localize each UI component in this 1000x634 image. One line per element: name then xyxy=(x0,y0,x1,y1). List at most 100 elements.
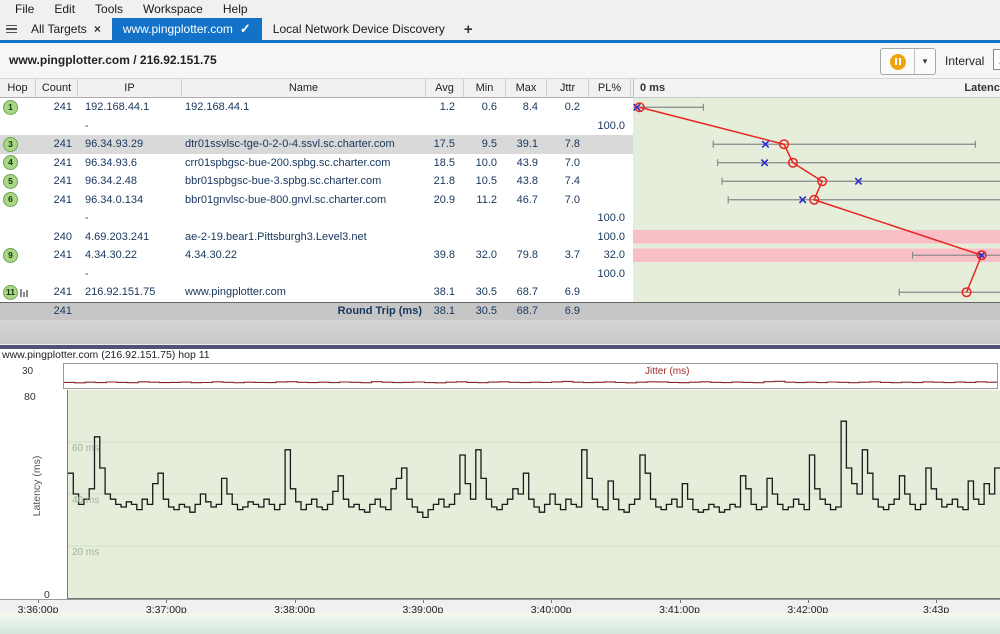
cell-ip: 96.34.0.134 xyxy=(78,194,182,206)
col-ip[interactable]: IP xyxy=(78,79,182,97)
tab-all-targets-label: All Targets xyxy=(31,22,87,36)
check-icon: ✓ xyxy=(240,21,251,37)
summary-avg: 38.1 xyxy=(426,305,464,317)
new-tab-button[interactable]: + xyxy=(456,18,481,40)
cell-count: 241 xyxy=(36,101,78,113)
cell-name: bbr01spbgsc-bue-3.spbg.sc.charter.com xyxy=(182,175,426,187)
cell-pl: 100.0 xyxy=(589,120,631,132)
trace-table-row[interactable]: - 100.0 xyxy=(0,209,633,228)
tab-bar: All Targets × www.pingplotter.com ✓ Loca… xyxy=(0,18,1000,40)
cell-max: 43.8 xyxy=(506,175,547,187)
trace-table-row[interactable]: 11241216.92.151.75www.pingplotter.com38.… xyxy=(0,283,633,302)
cell-jttr: 7.0 xyxy=(547,157,589,169)
close-icon[interactable]: × xyxy=(94,22,101,36)
cell-name: www.pingplotter.com xyxy=(182,286,426,298)
cell-max: 8.4 xyxy=(506,101,547,113)
cell-ip: 96.34.93.29 xyxy=(78,138,182,150)
cell-pl: 100.0 xyxy=(589,212,631,224)
hop-number-badge: 3 xyxy=(3,137,18,152)
cell-avg: 21.8 xyxy=(426,175,464,187)
tab-pingplotter[interactable]: www.pingplotter.com ✓ xyxy=(112,18,262,40)
trace-table-row[interactable]: 2404.69.203.241ae-2-19.bear1.Pittsburgh3… xyxy=(0,228,633,247)
cell-count: 241 xyxy=(36,194,78,206)
menu-help[interactable]: Help xyxy=(214,1,257,17)
target-list-icon[interactable] xyxy=(0,18,20,40)
cell-max: 68.7 xyxy=(506,286,547,298)
time-tick-mark xyxy=(551,600,552,603)
jitter-chart[interactable] xyxy=(63,363,998,389)
cell-avg: 20.9 xyxy=(426,194,464,206)
hop-number-badge: 5 xyxy=(3,174,18,189)
trace-table-row[interactable]: 324196.34.93.29dtr01ssvlsc-tge-0-2-0-4.s… xyxy=(0,135,633,154)
cell-name: dtr01ssvlsc-tge-0-2-0-4.ssvl.sc.charter.… xyxy=(182,138,426,150)
pause-dropdown-button[interactable]: ▾ xyxy=(914,49,935,74)
cell-ip: 4.69.203.241 xyxy=(78,231,182,243)
target-toolbar: www.pingplotter.com / 216.92.151.75 ▾ In… xyxy=(0,43,1000,79)
cell-ip: 96.34.2.48 xyxy=(78,175,182,187)
cell-jttr: 7.0 xyxy=(547,194,589,206)
cell-min: 30.5 xyxy=(464,286,506,298)
trace-table-row[interactable]: 92414.34.30.224.34.30.2239.832.079.83.73… xyxy=(0,246,633,265)
summary-jttr: 6.9 xyxy=(547,305,589,317)
cell-jttr: 7.4 xyxy=(547,175,589,187)
hop-number-badge: 6 xyxy=(3,192,18,207)
cell-jttr: 7.8 xyxy=(547,138,589,150)
interval-label: Interval xyxy=(945,54,984,68)
cell-max: 79.8 xyxy=(506,249,547,261)
trace-table-row[interactable]: 1241192.168.44.1192.168.44.11.20.68.40.2 xyxy=(0,98,633,117)
col-min[interactable]: Min xyxy=(464,79,506,97)
time-tick-mark xyxy=(166,600,167,603)
col-name[interactable]: Name xyxy=(182,79,426,97)
latency-timeline-chart[interactable] xyxy=(67,390,1000,599)
trace-table-header: Hop Count IP Name Avg Min Max Jttr PL% xyxy=(0,79,633,98)
cell-min: 10.0 xyxy=(464,157,506,169)
interval-select[interactable]: 2.5 s xyxy=(993,49,1000,70)
graph-zero-ms-label: 0 ms xyxy=(640,82,665,94)
tab-all-targets[interactable]: All Targets × xyxy=(20,18,112,40)
cell-max: 39.1 xyxy=(506,138,547,150)
cell-ip: - xyxy=(78,212,182,224)
col-count[interactable]: Count xyxy=(36,79,78,97)
cell-min: 11.2 xyxy=(464,194,506,206)
col-pl[interactable]: PL% xyxy=(589,79,631,97)
horizontal-splitter[interactable] xyxy=(0,320,1000,345)
col-max[interactable]: Max xyxy=(506,79,547,97)
menu-workspace[interactable]: Workspace xyxy=(134,1,212,17)
tab-device-discovery-label: Local Network Device Discovery xyxy=(273,22,445,36)
graph-latency-title: Latency xyxy=(964,82,1000,94)
trace-table-row[interactable]: 5 24196.34.2.48bbr01spbgsc-bue-3.spbg.sc.… xyxy=(0,172,633,191)
round-trip-summary-row: 241 Round Trip (ms) 38.1 30.5 68.7 6.9 xyxy=(0,302,1000,321)
gridline-label: 40 ms xyxy=(72,495,99,506)
cell-ip: 192.168.44.1 xyxy=(78,101,182,113)
trace-table-row[interactable]: -100.0 xyxy=(0,117,633,136)
cell-count: 241 xyxy=(36,286,78,298)
pause-button[interactable] xyxy=(881,49,914,74)
cell-min: 9.5 xyxy=(464,138,506,150)
cell-avg: 18.5 xyxy=(426,157,464,169)
status-footer xyxy=(0,613,1000,634)
time-tick-mark xyxy=(38,600,39,603)
hop-number-badge: 1 xyxy=(3,100,18,115)
col-avg[interactable]: Avg xyxy=(426,79,464,97)
menu-tools[interactable]: Tools xyxy=(86,1,132,17)
trace-latency-graph[interactable] xyxy=(633,98,1000,302)
tab-device-discovery[interactable]: Local Network Device Discovery xyxy=(262,18,456,40)
cell-count: 241 xyxy=(36,175,78,187)
summary-count: 241 xyxy=(36,305,78,317)
hop-number-badge: 9 xyxy=(3,248,18,263)
time-tick-mark xyxy=(295,600,296,603)
cell-min: 32.0 xyxy=(464,249,506,261)
timeline-pane-title-text: www.pingplotter.com (216.92.151.75) hop … xyxy=(2,349,210,361)
col-jttr[interactable]: Jttr xyxy=(547,79,589,97)
trace-table-row[interactable]: -100.0 xyxy=(0,265,633,284)
trace-table-row[interactable]: 624196.34.0.134bbr01gnvlsc-bue-800.gnvl.… xyxy=(0,191,633,210)
menu-edit[interactable]: Edit xyxy=(45,1,84,17)
col-hop[interactable]: Hop xyxy=(0,79,36,97)
trace-table-row[interactable]: 424196.34.93.6crr01spbgsc-bue-200.spbg.s… xyxy=(0,154,633,173)
menu-file[interactable]: File xyxy=(6,1,43,17)
trace-table-body: 1241192.168.44.1192.168.44.11.20.68.40.2… xyxy=(0,98,633,302)
cell-pl: 100.0 xyxy=(589,268,631,280)
target-address: www.pingplotter.com / 216.92.151.75 xyxy=(9,53,217,67)
jitter-chart-label: Jitter (ms) xyxy=(645,366,689,377)
cell-ip: 96.34.93.6 xyxy=(78,157,182,169)
